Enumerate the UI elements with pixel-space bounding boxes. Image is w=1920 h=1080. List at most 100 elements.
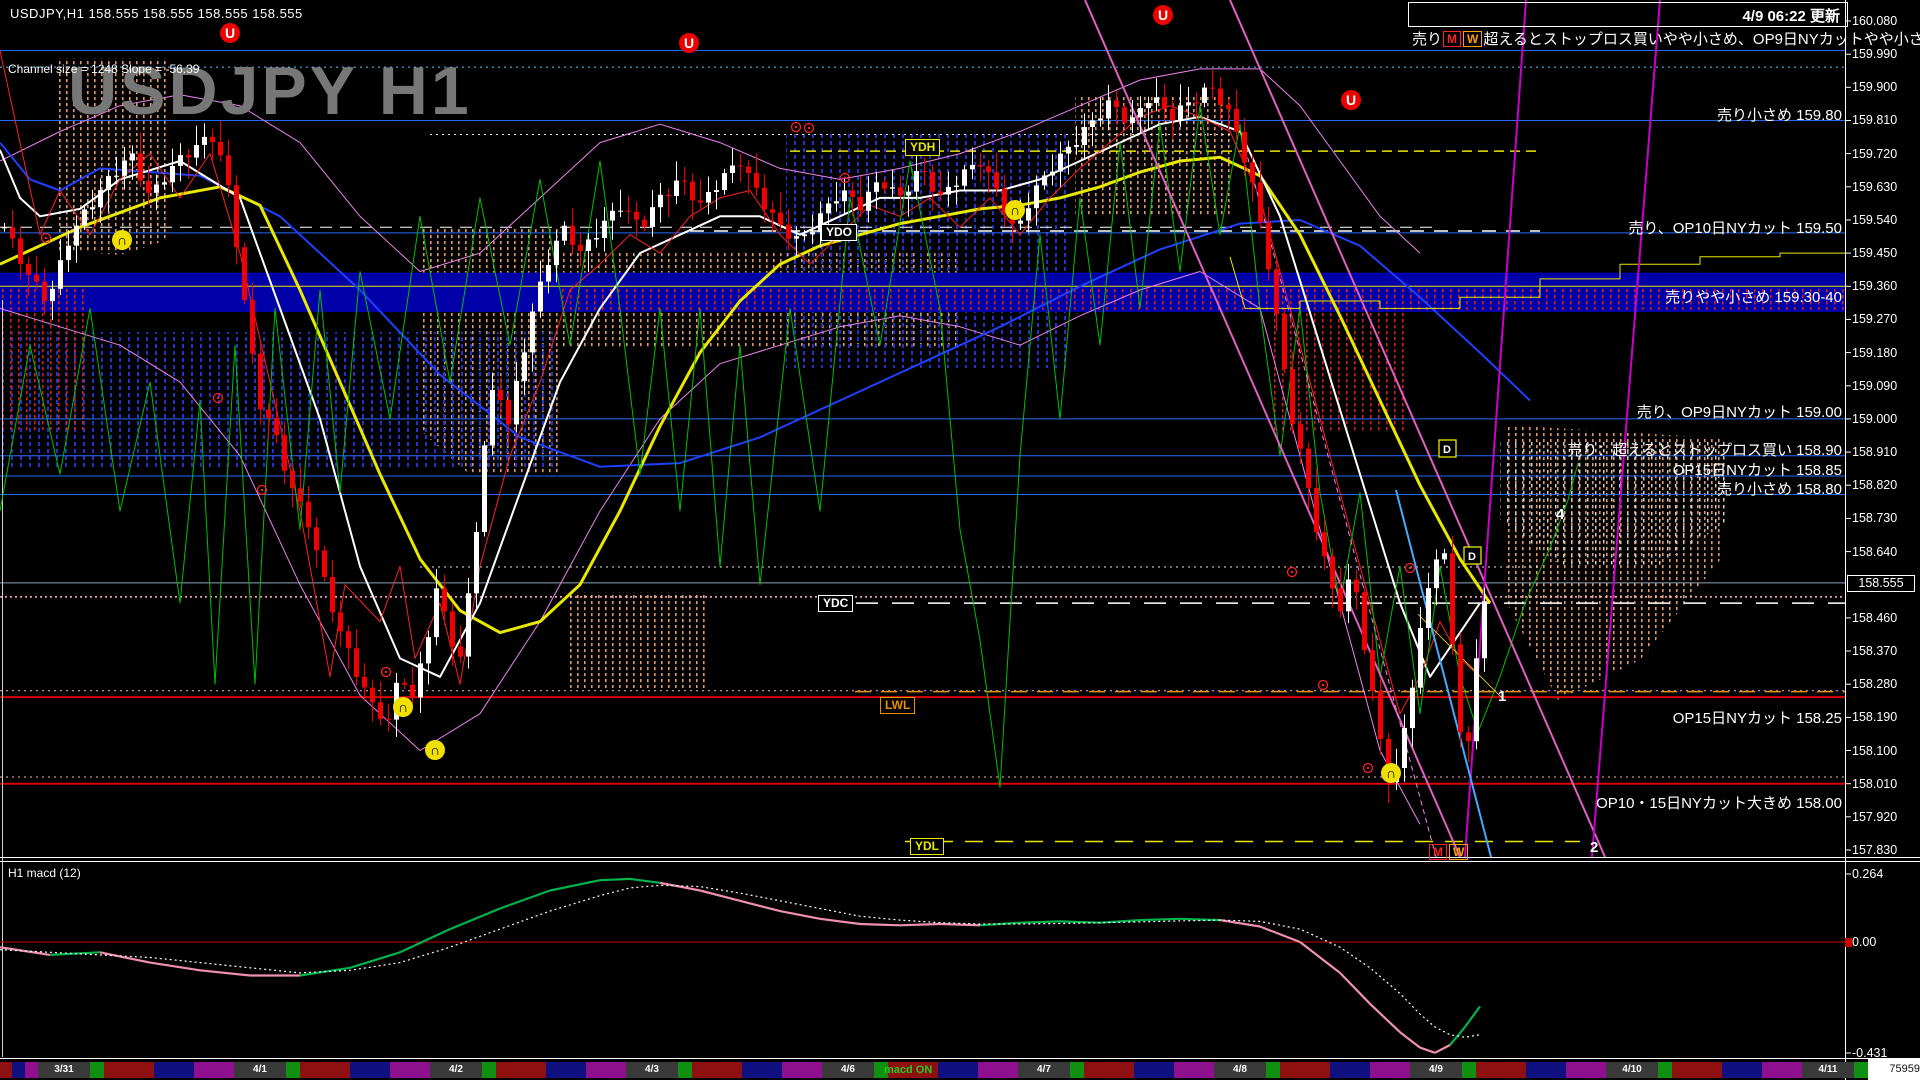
timeline-segment <box>782 1062 822 1078</box>
timeline-strip[interactable] <box>0 1062 1920 1078</box>
date-tick-label[interactable]: 3/31 <box>50 1062 78 1078</box>
svg-text:D: D <box>1443 444 1451 456</box>
sell-level-annotation: 売り、OP9日NYカット 159.00 <box>1636 404 1842 421</box>
pane-separator[interactable] <box>0 857 1920 858</box>
date-tick-label[interactable]: 4/7 <box>1030 1062 1058 1078</box>
date-tick-label[interactable]: 4/11 <box>1814 1062 1842 1078</box>
timeline-segment <box>104 1062 154 1078</box>
price-tick-label: 159.990 <box>1852 47 1898 62</box>
timeline-segment <box>1174 1062 1214 1078</box>
dot-signal-icon <box>40 232 52 244</box>
timeline-segment <box>1084 1062 1134 1078</box>
bar-count-label: 75959 <box>1868 1058 1920 1080</box>
wave-count-label: 1 <box>1498 688 1506 705</box>
buy-arrow-icon: ∩ <box>112 230 132 250</box>
sell-arrow-icon: U <box>679 33 699 53</box>
mt4-chart-window: U U U U ∩ ∩ ∩ ∩ ∩ D D 4 1 2 USDJPY,H1 158.555 158.555… <box>0 0 1920 1080</box>
svg-text:U: U <box>1346 92 1356 108</box>
ydc-line-label[interactable]: YDC <box>818 595 854 612</box>
date-tick-label[interactable]: 4/2 <box>442 1062 470 1078</box>
svg-text:∩: ∩ <box>398 699 408 715</box>
price-tick-label: 159.000 <box>1852 411 1898 426</box>
timeline-segment <box>390 1062 430 1078</box>
timeline-segment <box>194 1062 234 1078</box>
ydl-line-label[interactable]: YDL <box>910 838 944 855</box>
date-tick-label[interactable]: 4/3 <box>638 1062 666 1078</box>
ydo-line-label[interactable]: YDO <box>821 224 858 241</box>
macd-pane-title: H1 macd (12) <box>8 866 81 880</box>
buy-arrow-icon: ∩ <box>393 697 413 717</box>
date-tick-label[interactable]: 4/10 <box>1618 1062 1646 1078</box>
timeline-segment <box>1280 1062 1330 1078</box>
date-tick-label[interactable]: 4/6 <box>834 1062 862 1078</box>
timeline-segment <box>1566 1062 1606 1078</box>
timeline-segment <box>286 1062 300 1078</box>
annotation-text: 超えるとストップロス買いやや小さめ、OP9日NYカットやや小さ <box>1483 31 1920 48</box>
svg-text:U: U <box>1158 7 1168 23</box>
timeline-segment <box>350 1062 390 1078</box>
timeline-segment <box>90 1062 104 1078</box>
sell-level-annotation: 売り：超えるとストップロス買い 158.90 <box>1567 442 1842 459</box>
price-tick-label: 158.100 <box>1852 743 1898 758</box>
timeline-segment <box>1330 1062 1370 1078</box>
date-tick-label[interactable]: 4/8 <box>1226 1062 1254 1078</box>
price-tick-label: 158.910 <box>1852 445 1898 460</box>
date-tick-label[interactable]: 4/9 <box>1422 1062 1450 1078</box>
svg-text:U: U <box>225 25 235 41</box>
timeline-segment <box>1762 1062 1802 1078</box>
price-tick-label: 158.370 <box>1852 644 1898 659</box>
main-chart-canvas[interactable]: U U U U ∩ ∩ ∩ ∩ ∩ D D 4 1 2 <box>0 0 1920 1080</box>
price-tick-label: 158.820 <box>1852 478 1898 493</box>
timeline-segment <box>742 1062 782 1078</box>
price-tick-label: 159.540 <box>1852 212 1898 227</box>
dot-signal-icon <box>790 121 802 133</box>
sell-level-annotation: OP15日NYカット 158.85 <box>1672 462 1842 479</box>
macd-max-label: 0.264 <box>1852 867 1884 881</box>
sell-level-annotation: OP15日NYカット 158.25 <box>1672 710 1842 727</box>
timeline-segment <box>1462 1062 1476 1078</box>
timeline-segment <box>546 1062 586 1078</box>
sell-level-annotation: OP10・15日NYカット大きめ 158.00 <box>1596 795 1842 812</box>
buy-arrow-icon: ∩ <box>1005 200 1025 220</box>
timeline-segment <box>1370 1062 1410 1078</box>
pane-separator-2 <box>0 861 1920 862</box>
update-time-text: 4/9 06:22 更新 <box>1742 8 1840 25</box>
date-tick-label[interactable]: 4/1 <box>246 1062 274 1078</box>
macd-signal-line <box>0 884 1481 1038</box>
timeline-segment <box>1672 1062 1722 1078</box>
annotation-top-sell-note: 売り M W 超えるとストップロス買いやや小さめ、OP9日NYカットやや小さ <box>1412 28 1920 49</box>
svg-text:∩: ∩ <box>1010 202 1020 218</box>
timeline-segment <box>1526 1062 1566 1078</box>
timeline-segment <box>1070 1062 1084 1078</box>
lwl-line-label[interactable]: LWL <box>880 697 916 714</box>
timeline-segment <box>154 1062 194 1078</box>
current-price-badge: 158.555 <box>1847 574 1915 592</box>
price-tick-label: 159.360 <box>1852 279 1898 294</box>
price-tick-label: 159.270 <box>1852 312 1898 327</box>
timeline-segment <box>1658 1062 1672 1078</box>
ydh-line-label[interactable]: YDH <box>905 139 941 156</box>
macd-on-toggle-label[interactable]: macd ON <box>884 1062 932 1078</box>
timeline-segment <box>1854 1062 1868 1078</box>
macd-main-line <box>0 877 1481 1054</box>
timeline-segment <box>1722 1062 1762 1078</box>
price-tick-label: 158.730 <box>1852 511 1898 526</box>
sell-arrow-icon: U <box>220 23 240 43</box>
timeline-segment <box>1476 1062 1526 1078</box>
timeline-segment <box>1266 1062 1280 1078</box>
annotation-prefix: 売り <box>1412 31 1443 48</box>
price-tick-label: 159.450 <box>1852 246 1898 261</box>
d-marker-box: D <box>1438 439 1457 458</box>
d-marker-box: D <box>1463 546 1482 565</box>
svg-text:∩: ∩ <box>117 232 127 248</box>
symbol-ohlc-header: USDJPY,H1 158.555 158.555 158.555 158.55… <box>10 6 303 21</box>
timeline-segment <box>0 1062 12 1078</box>
svg-text:U: U <box>684 35 694 51</box>
timeline-segment <box>938 1062 978 1078</box>
price-tick-label: 159.090 <box>1852 378 1898 393</box>
timeline-segment <box>978 1062 1018 1078</box>
svg-text:D: D <box>1468 551 1476 563</box>
price-tick-label: 159.810 <box>1852 113 1898 128</box>
price-tick-label: 158.460 <box>1852 610 1898 625</box>
svg-text:∩: ∩ <box>430 742 440 758</box>
